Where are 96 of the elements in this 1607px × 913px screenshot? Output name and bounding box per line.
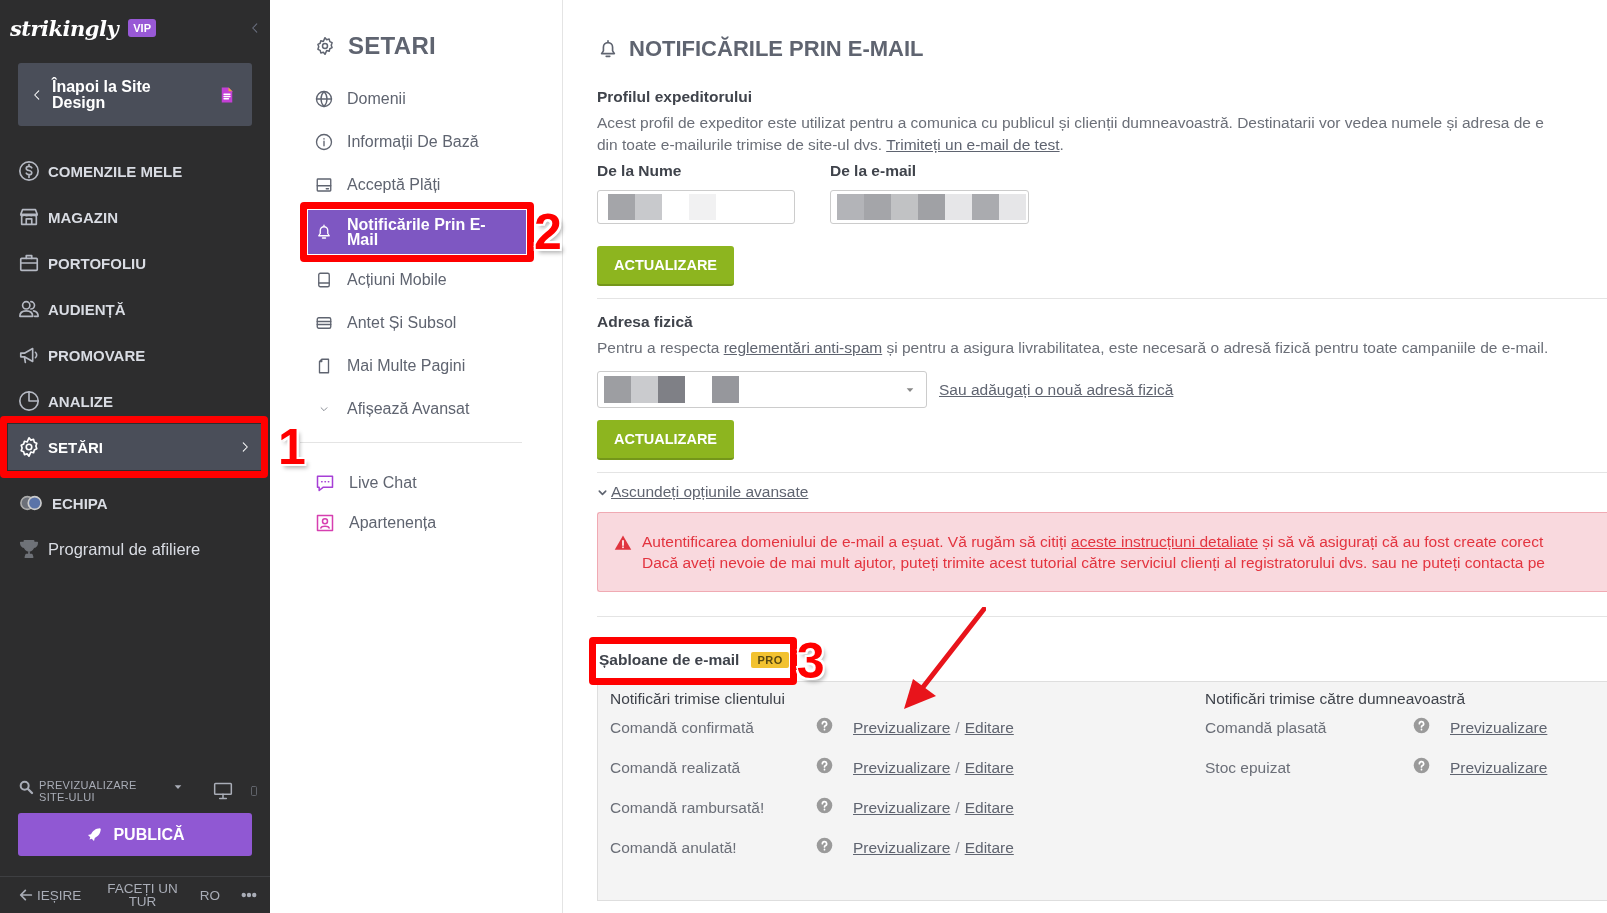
bell-icon [315, 223, 333, 241]
sidebar-item[interactable]: SETĂRI [8, 424, 262, 470]
exit-button[interactable]: IEȘIRE [18, 887, 82, 903]
trophy-icon [18, 538, 40, 560]
people-icon [18, 298, 40, 320]
info-icon [315, 132, 333, 151]
step-number: 2 [534, 207, 562, 257]
section-heading: Profilul expeditorului [597, 88, 753, 106]
help-icon [1413, 757, 1430, 774]
template-name: Comandă anulată! [610, 838, 738, 857]
preview-link[interactable]: Previzualizare [1450, 718, 1548, 737]
card-icon [315, 175, 333, 194]
template-name: Comandă confirmată [610, 718, 755, 737]
section-heading: Adresa fizică [597, 313, 694, 331]
preview-dropdown[interactable]: PREVIZUALIZARE SITE-ULUI [18, 779, 184, 803]
preview-link[interactable]: Previzualizare [853, 838, 951, 857]
field-label: De la e-mail [830, 162, 918, 180]
store-icon [18, 206, 40, 228]
settings-nav-item[interactable]: Mai Multe Pagini [300, 344, 526, 387]
description: din toate e-mailurile trimise de site-ul dvs. Trimiteți un e-mail de test. [597, 135, 1065, 155]
help-icon [816, 717, 833, 734]
pie-chart-icon [18, 390, 40, 412]
sidebar-item[interactable]: ANALIZE [8, 378, 262, 424]
help-icon [816, 757, 833, 774]
edit-link[interactable]: Editare [964, 838, 1014, 857]
pro-badge: PRO [751, 651, 789, 668]
publish-button[interactable]: PUBLICĂ [18, 813, 252, 856]
settings-nav-item[interactable]: Notificările Prin E-Mail [308, 210, 526, 254]
text-link[interactable]: Trimiteți un e-mail de test [886, 136, 1060, 153]
sidebar-item[interactable]: PORTOFOLIU [8, 240, 262, 286]
settings-nav-item[interactable]: Acceptă Plăți [300, 163, 526, 206]
back-button[interactable]: Înapoi la Site Design [18, 63, 252, 126]
step-number: 3 [796, 635, 825, 686]
page-title: NOTIFICĂRILE PRIN E-MAIL [629, 36, 924, 62]
vip-badge: VIP [128, 19, 156, 37]
edit-link[interactable]: Editare [964, 798, 1014, 817]
separator: / [955, 718, 960, 737]
settings-nav-item[interactable]: Antet Și Subsol [300, 301, 526, 344]
sidebar-item[interactable]: PROMOVARE [8, 332, 262, 378]
group-title: Notificări trimise clientului [610, 689, 786, 708]
edit-link[interactable]: Editare [964, 718, 1014, 737]
input-field[interactable] [597, 190, 795, 224]
address-dropdown[interactable] [597, 371, 927, 408]
arrow-left-icon [18, 887, 34, 903]
settings-nav-item[interactable]: Acțiuni Mobile [300, 258, 526, 301]
text-link[interactable]: reglementări anti-spam [723, 339, 883, 356]
sidebar-item[interactable]: AUDIENȚĂ [8, 286, 262, 332]
field-label: De la Nume [597, 162, 683, 180]
settings-nav-item[interactable]: Informații De Bază [300, 120, 526, 163]
phone-icon [315, 270, 333, 289]
template-name: Comandă plasată [1205, 718, 1328, 737]
settings-icon [18, 436, 40, 458]
settings-heading: SETARI [348, 32, 437, 60]
add-address-link[interactable]: Sau adăugați o nouă adresă fizică [939, 380, 1174, 399]
sidebar-item[interactable]: MAGAZIN [8, 194, 262, 240]
desktop-icon [212, 781, 234, 801]
settings-nav-item[interactable]: Domenii [300, 77, 526, 120]
description: Acest profil de expeditor este utilizat pentru a comunica cu publicul și clienții dumneavoastră. Destinatarii vor vedea numele și adresa de e [597, 113, 1545, 133]
preview-link[interactable]: Previzualizare [853, 718, 951, 737]
separator: / [955, 838, 960, 857]
template-name: Stoc epuizat [1205, 758, 1292, 777]
alert-message: Autentificarea domeniului de e-mail a eșuat. Vă rugăm să citiți aceste instrucțiuni detaliate și să vă asigurați că au fost create corect [642, 531, 1545, 552]
input-field[interactable] [830, 190, 1029, 224]
help-icon [816, 797, 833, 814]
alert-message: Dacă aveți nevoie de mai mult ajutor, puteți trimite acest tutorial către serviciul clienți al registratorului dvs. sau ne puteți contacta pe [642, 552, 1545, 573]
preview-link[interactable]: Previzualizare [853, 758, 951, 777]
separator: / [955, 798, 960, 817]
search-icon [18, 779, 34, 795]
language-button[interactable]: RO [199, 887, 220, 903]
template-name: Comandă rambursată! [610, 798, 766, 817]
logo[interactable]: strikingly [10, 15, 119, 41]
separator: / [955, 758, 960, 777]
chat-icon [315, 473, 335, 493]
group-title: Notificări trimise către dumneavoastră [1205, 689, 1467, 708]
preview-link[interactable]: Previzualizare [853, 798, 951, 817]
sidebar-item[interactable]: Programul de afiliere [8, 526, 262, 572]
sidebar-item[interactable]: COMENZILE MELE [8, 148, 262, 194]
briefcase-icon [18, 252, 40, 274]
text-link[interactable]: aceste instrucțiuni detaliate [1071, 532, 1259, 550]
advanced-options-toggle[interactable]: Ascundeți opțiunile avansate [597, 483, 809, 501]
help-icon [816, 837, 833, 854]
sidebar-item[interactable]: ECHIPA [8, 480, 262, 526]
caret-icon [172, 782, 184, 792]
warning-icon [614, 533, 632, 552]
section-heading: Șabloane de e-mail [599, 650, 740, 669]
template-name: Comandă realizată [610, 758, 742, 777]
settings-nav-item[interactable]: Apartenența [300, 503, 526, 543]
preview-link[interactable]: Previzualizare [1450, 758, 1548, 777]
tour-button[interactable]: FACEȚI UN TUR [105, 882, 180, 908]
dollar-circle-icon [18, 160, 40, 182]
help-icon [1413, 717, 1430, 734]
description: Pentru a respecta reglementări anti-spam și pentru a asigura livrabilitatea, este necesară o adresă fizică pentru toate campaniile de e-mail. [597, 338, 1550, 358]
person-card-icon [315, 513, 335, 533]
edit-link[interactable]: Editare [964, 758, 1014, 777]
globe-icon [315, 89, 333, 108]
settings-icon [315, 36, 335, 56]
